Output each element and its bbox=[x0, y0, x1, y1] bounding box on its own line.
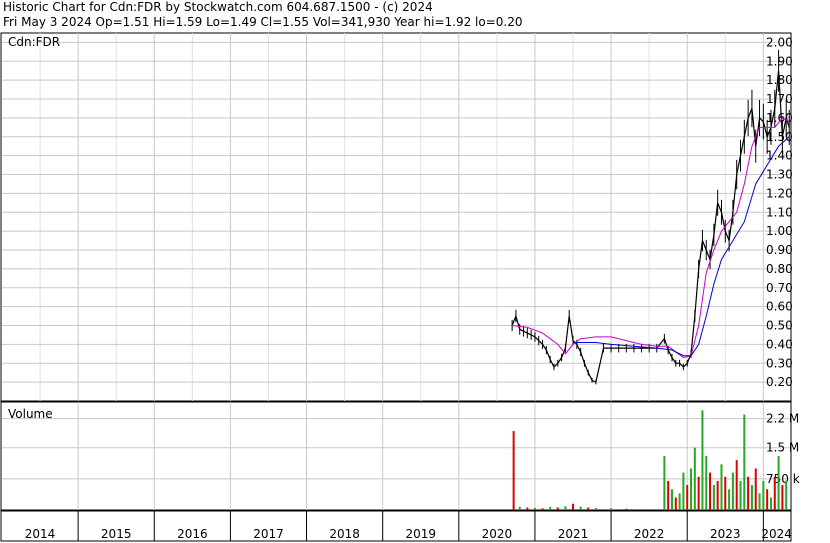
price-tick-label: 0.20 bbox=[766, 375, 793, 389]
volume-bar bbox=[674, 497, 677, 510]
volume-bar bbox=[587, 507, 590, 510]
volume-bar bbox=[773, 476, 776, 510]
volume-bar bbox=[564, 506, 567, 510]
year-label: 2019 bbox=[405, 527, 436, 541]
volume-tick-label: 750 k bbox=[766, 472, 800, 486]
year-label: 2023 bbox=[710, 527, 741, 541]
volume-bar bbox=[754, 468, 757, 510]
year-label: 2018 bbox=[329, 527, 360, 541]
volume-bar bbox=[533, 507, 536, 510]
volume-bar bbox=[762, 480, 765, 510]
volume-bar bbox=[716, 480, 719, 510]
year-label: 2022 bbox=[634, 527, 665, 541]
volume-tick-label: 1.5 M bbox=[766, 441, 799, 455]
volume-bar bbox=[712, 485, 715, 510]
volume-bar bbox=[678, 493, 681, 510]
volume-bar bbox=[747, 476, 750, 510]
volume-bar bbox=[709, 472, 712, 510]
volume-bar bbox=[556, 507, 559, 510]
volume-bar bbox=[526, 507, 529, 510]
volume-bar bbox=[785, 480, 788, 510]
volume-bar bbox=[541, 508, 544, 510]
price-tick-label: 2.00 bbox=[766, 35, 793, 49]
volume-bar bbox=[781, 485, 784, 510]
price-tick-label: 1.00 bbox=[766, 224, 793, 238]
volume-bar bbox=[720, 464, 723, 510]
volume-bar bbox=[648, 509, 651, 510]
volume-bar bbox=[625, 508, 628, 510]
price-tick-label: 1.30 bbox=[766, 168, 793, 182]
volume-bar bbox=[731, 472, 734, 510]
volume-tick-label: 2.2 M bbox=[766, 412, 799, 426]
year-label: 2021 bbox=[558, 527, 589, 541]
year-label: 2024 bbox=[761, 527, 792, 541]
volume-bar bbox=[728, 489, 731, 510]
volume-bar bbox=[594, 507, 597, 510]
volume-panel: 2.2 M 1.5 M 750 k Volume bbox=[0, 401, 800, 511]
year-label: 2014 bbox=[25, 527, 56, 541]
volume-bar bbox=[697, 476, 700, 510]
price-tick-label: 1.60 bbox=[766, 111, 793, 125]
volume-bar bbox=[572, 503, 575, 510]
volume-bar bbox=[735, 460, 738, 510]
volume-bar bbox=[766, 489, 769, 510]
volume-bar bbox=[670, 489, 673, 510]
year-label: 2020 bbox=[482, 527, 513, 541]
volume-bar bbox=[686, 485, 689, 510]
volume-bar bbox=[769, 497, 772, 510]
volume-bar bbox=[682, 472, 685, 510]
volume-bar bbox=[758, 493, 761, 510]
volume-bar bbox=[667, 480, 670, 510]
stock-chart: 2.001.901.801.701.601.501.401.301.201.10… bbox=[0, 32, 800, 542]
volume-bar bbox=[777, 456, 780, 510]
volume-bar bbox=[750, 485, 753, 510]
price-tick-label: 0.40 bbox=[766, 337, 793, 351]
price-tick-label: 1.20 bbox=[766, 186, 793, 200]
volume-bar bbox=[610, 508, 613, 510]
volume-bar bbox=[579, 506, 582, 510]
volume-bar bbox=[512, 431, 515, 510]
price-tick-label: 0.70 bbox=[766, 281, 793, 295]
volume-bar bbox=[701, 410, 704, 510]
volume-bar bbox=[663, 456, 666, 510]
volume-bar bbox=[705, 456, 708, 510]
year-axis: 2014 2015 2016 2017 2018 2019 2020 2021 2022 2023… bbox=[0, 510, 792, 542]
price-tick-label: 0.80 bbox=[766, 262, 793, 276]
price-tick-label: 0.90 bbox=[766, 243, 793, 257]
price-tick-label: 0.50 bbox=[766, 319, 793, 333]
year-label: 2015 bbox=[101, 527, 132, 541]
volume-bar bbox=[693, 447, 696, 510]
symbol-label: Cdn:FDR bbox=[8, 35, 60, 49]
volume-bar bbox=[739, 480, 742, 510]
volume-label: Volume bbox=[8, 407, 53, 421]
price-panel: 2.001.901.801.701.601.501.401.301.201.10… bbox=[0, 32, 793, 402]
volume-y-axis: 2.2 M 1.5 M 750 k bbox=[766, 412, 800, 486]
price-panel-frame bbox=[0, 32, 792, 402]
price-tick-label: 0.30 bbox=[766, 356, 793, 370]
volume-bar bbox=[549, 507, 552, 510]
volume-bar bbox=[724, 476, 727, 510]
year-label: 2016 bbox=[177, 527, 208, 541]
volume-bar bbox=[690, 468, 693, 510]
price-tick-label: 0.60 bbox=[766, 300, 793, 314]
volume-bar bbox=[743, 414, 746, 510]
price-tick-label: 1.90 bbox=[766, 54, 793, 68]
volume-bar bbox=[518, 506, 521, 510]
price-tick-label: 1.10 bbox=[766, 205, 793, 219]
year-label: 2017 bbox=[253, 527, 284, 541]
